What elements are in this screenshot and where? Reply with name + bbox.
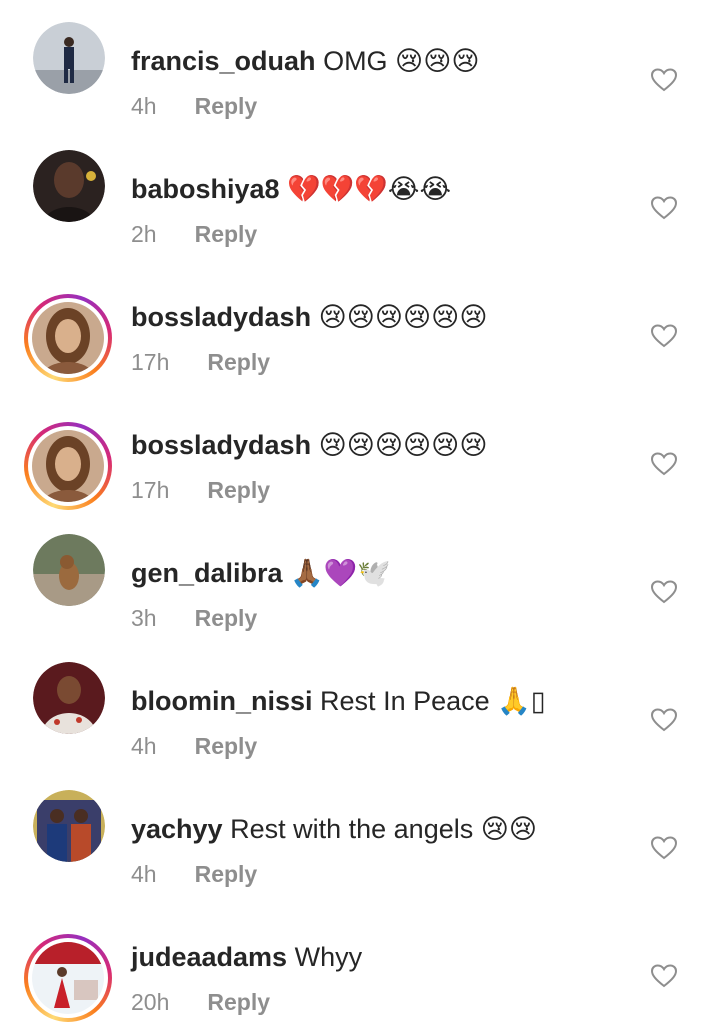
comment-item: bloomin_nissi Rest In Peace 🙏▯ 4h Reply: [0, 648, 720, 776]
comment-text: Rest with the angels 😢😢: [230, 814, 538, 844]
comment-username[interactable]: baboshiya8: [131, 174, 280, 204]
avatar[interactable]: [33, 150, 105, 222]
comment-username[interactable]: judeaadams: [131, 942, 287, 972]
reply-button[interactable]: Reply: [195, 605, 258, 631]
comment-text: 😢😢😢😢😢😢: [318, 430, 488, 460]
avatar-image: [32, 942, 104, 1014]
avatar-image: [33, 790, 105, 862]
comment-timestamp: 17h: [131, 477, 170, 503]
avatar-image: [33, 22, 105, 94]
avatar-image: [33, 150, 105, 222]
comment-item: bossladydash 😢😢😢😢😢😢 17h Reply: [0, 392, 720, 520]
story-ring-gap: [28, 938, 108, 1018]
avatar[interactable]: [24, 294, 112, 382]
comment-timestamp: 3h: [131, 605, 157, 631]
comments-list: francis_oduah OMG 😢😢😢 4h Reply baboshiya8…: [0, 0, 720, 1023]
heart-outline-icon[interactable]: [651, 964, 677, 988]
comment-timestamp: 17h: [131, 349, 170, 375]
story-ring-gap: [28, 298, 108, 378]
comment-text: Whyy: [294, 942, 363, 972]
comment-timestamp: 20h: [131, 989, 170, 1015]
comment-timestamp: 2h: [131, 221, 157, 247]
heart-outline-icon[interactable]: [651, 324, 677, 348]
avatar[interactable]: [24, 934, 112, 1022]
heart-outline-icon[interactable]: [651, 708, 677, 732]
comment-text: 🙏🏾💜🕊️: [290, 558, 391, 588]
comment-timestamp: 4h: [131, 733, 157, 759]
comment-username[interactable]: bloomin_nissi: [131, 686, 313, 716]
comment-item: yachyy Rest with the angels 😢😢 4h Reply: [0, 776, 720, 904]
avatar[interactable]: [33, 790, 105, 862]
heart-outline-icon[interactable]: [651, 452, 677, 476]
comment-timestamp: 4h: [131, 861, 157, 887]
reply-button[interactable]: Reply: [207, 349, 270, 375]
reply-button[interactable]: Reply: [207, 989, 270, 1015]
avatar-image: [32, 302, 104, 374]
heart-outline-icon[interactable]: [651, 196, 677, 220]
avatar-image: [33, 662, 105, 734]
avatar[interactable]: [33, 662, 105, 734]
comment-item: baboshiya8 💔💔💔😭😭 2h Reply: [0, 136, 720, 264]
reply-button[interactable]: Reply: [195, 93, 258, 119]
heart-outline-icon[interactable]: [651, 68, 677, 92]
comment-text: 💔💔💔😭😭: [287, 174, 452, 204]
comment-username[interactable]: francis_oduah: [131, 46, 316, 76]
story-ring-gap: [28, 426, 108, 506]
comment-username[interactable]: bossladydash: [131, 302, 311, 332]
comment-text: Rest In Peace 🙏▯: [320, 686, 546, 716]
comment-item: bossladydash 😢😢😢😢😢😢 17h Reply: [0, 264, 720, 392]
reply-button[interactable]: Reply: [195, 733, 258, 759]
heart-outline-icon[interactable]: [651, 580, 677, 604]
avatar-image: [33, 534, 105, 606]
comment-username[interactable]: gen_dalibra: [131, 558, 283, 588]
avatar[interactable]: [24, 422, 112, 510]
comment-text: 😢😢😢😢😢😢: [318, 302, 488, 332]
avatar-image: [32, 430, 104, 502]
reply-button[interactable]: Reply: [207, 477, 270, 503]
comment-item: francis_oduah OMG 😢😢😢 4h Reply: [0, 8, 720, 136]
comment-item: judeaadams Whyy 20h Reply: [0, 904, 720, 1032]
reply-button[interactable]: Reply: [195, 861, 258, 887]
comment-username[interactable]: yachyy: [131, 814, 223, 844]
heart-outline-icon[interactable]: [651, 836, 677, 860]
comment-item: gen_dalibra 🙏🏾💜🕊️ 3h Reply: [0, 520, 720, 648]
avatar[interactable]: [33, 534, 105, 606]
comment-text: OMG 😢😢😢: [323, 46, 480, 76]
avatar[interactable]: [33, 22, 105, 94]
comment-timestamp: 4h: [131, 93, 157, 119]
comment-username[interactable]: bossladydash: [131, 430, 311, 460]
reply-button[interactable]: Reply: [195, 221, 258, 247]
